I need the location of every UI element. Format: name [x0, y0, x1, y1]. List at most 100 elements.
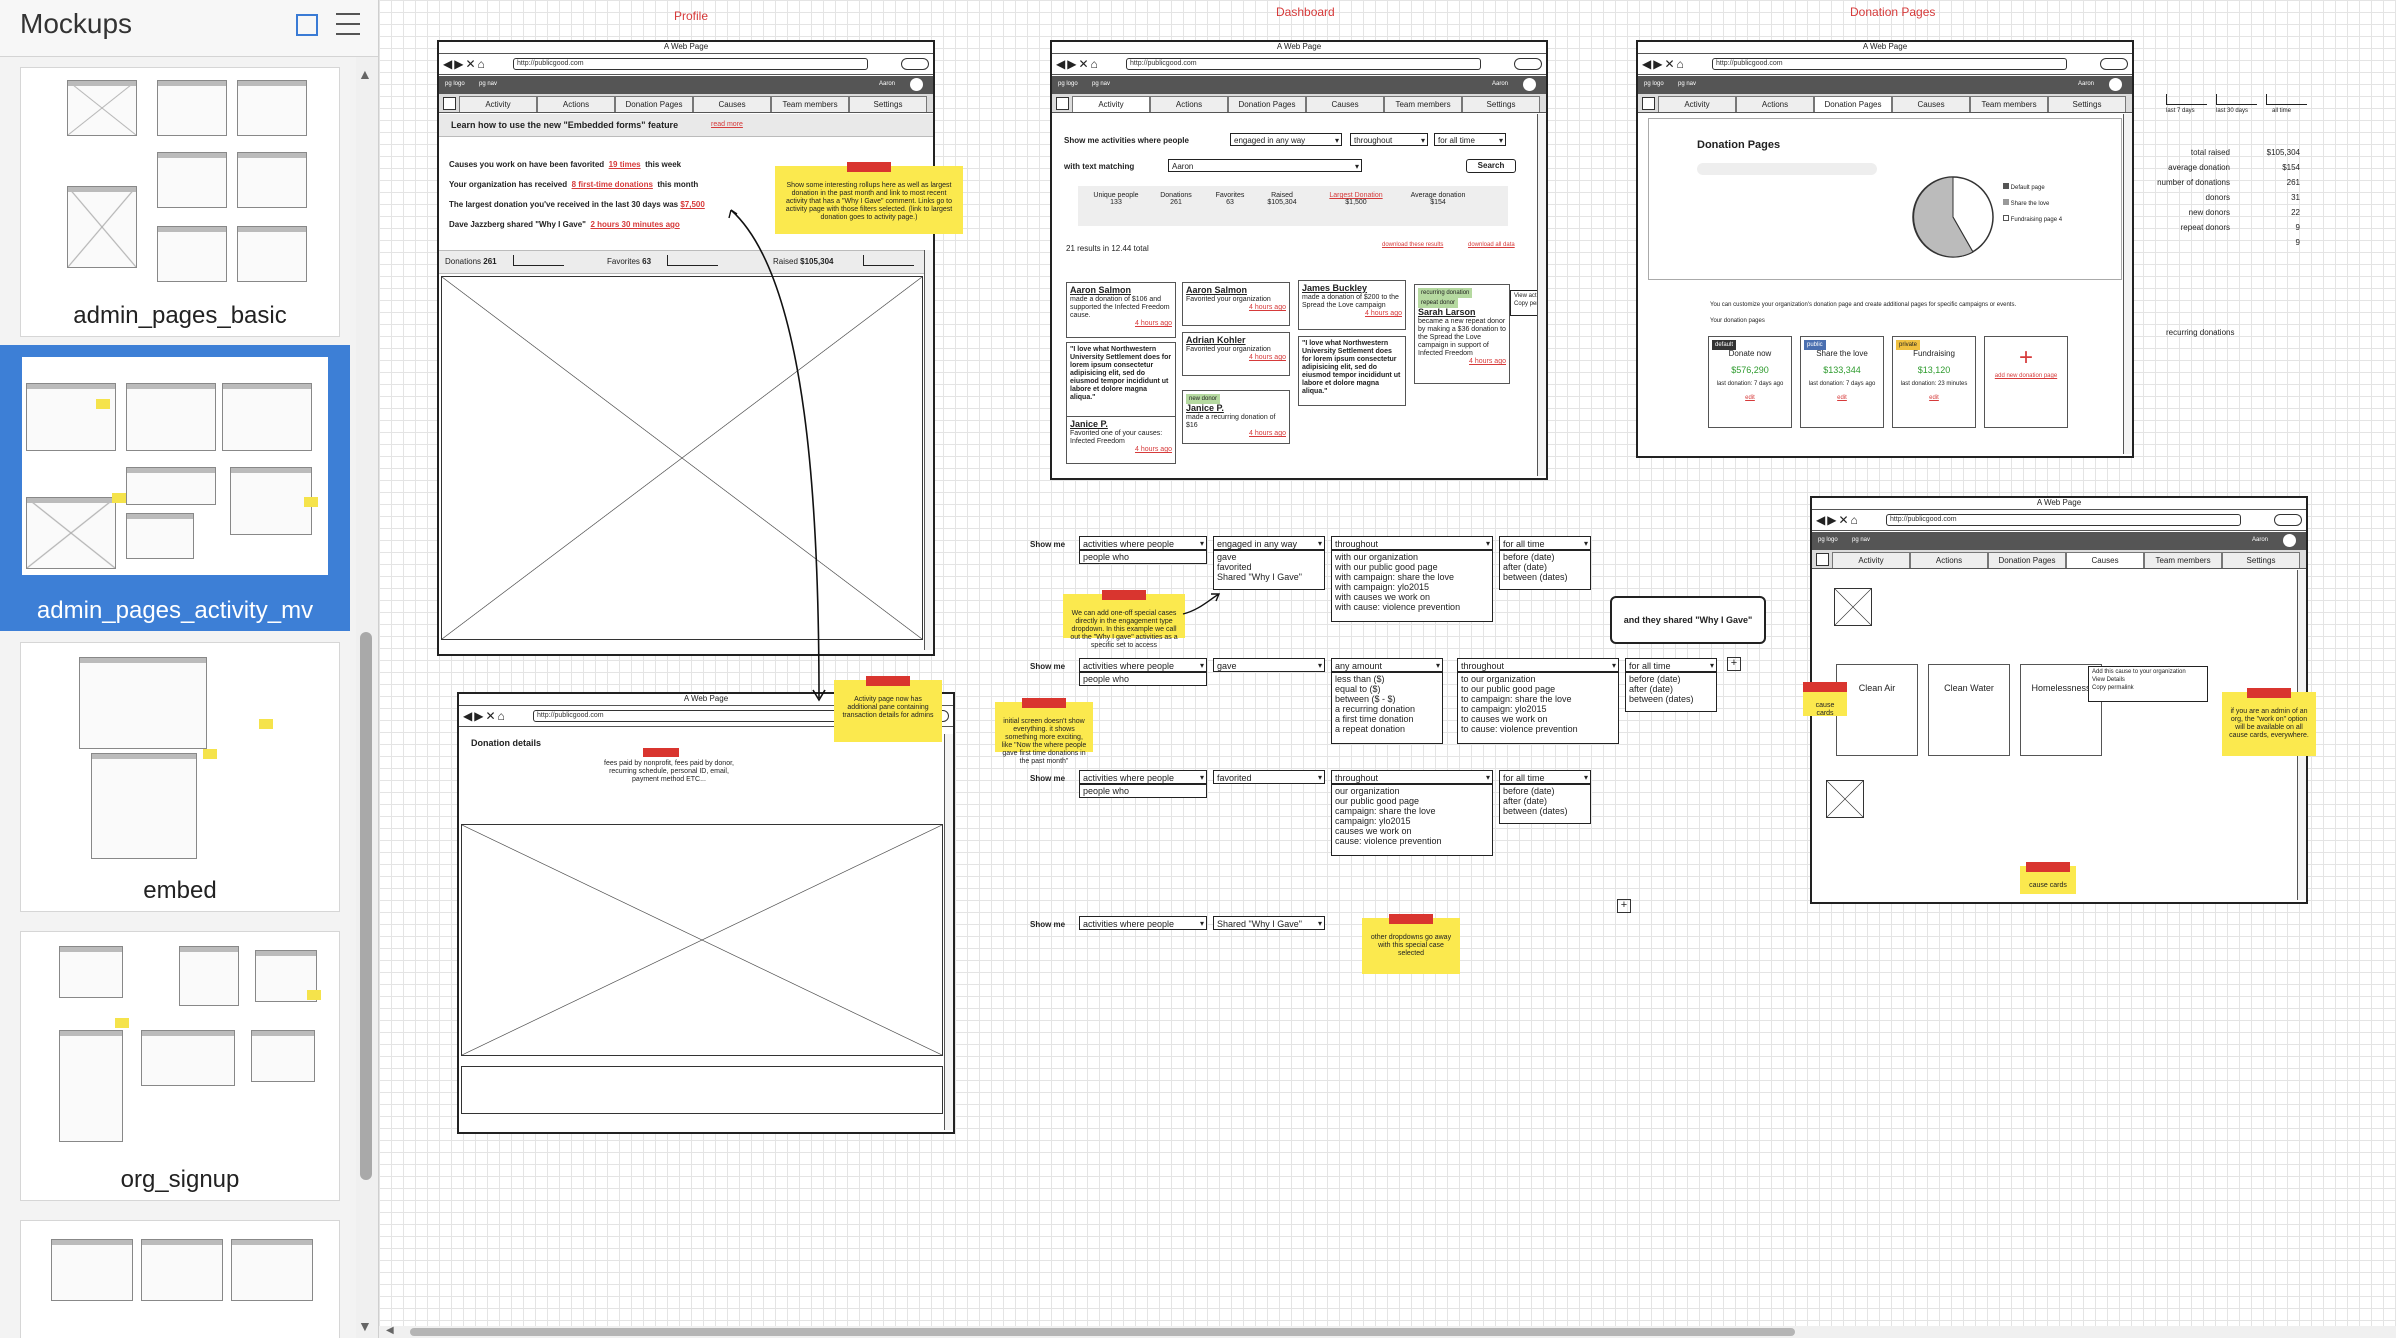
window-scrollbar[interactable]: [1537, 114, 1546, 476]
tab-causes[interactable]: Causes: [2066, 552, 2144, 568]
text-match-input[interactable]: Aaron: [1168, 159, 1362, 173]
time-dropdown[interactable]: for all time: [1625, 658, 1717, 673]
tab-activity[interactable]: Activity: [1072, 96, 1150, 112]
activity-card[interactable]: new donor Janice P. made a recurring donat…: [1182, 390, 1290, 444]
activities-options[interactable]: people who: [1079, 550, 1207, 564]
browser-nav-icons[interactable]: ◀▶✕⌂: [1642, 57, 1686, 71]
home-icon[interactable]: [1642, 97, 1655, 110]
sidebar-scroll-thumb[interactable]: [360, 632, 372, 1180]
activity-card[interactable]: recurring donation repeat donor Sarah Lars…: [1414, 284, 1510, 384]
app-logo[interactable]: pg logo: [1058, 81, 1078, 87]
avatar[interactable]: [2283, 534, 2296, 547]
download-all-link[interactable]: download all data: [1468, 242, 1515, 248]
scope-options[interactable]: our organization our public good page ca…: [1331, 784, 1493, 856]
engagement-dropdown[interactable]: engaged in any way: [1213, 536, 1325, 551]
activities-dropdown[interactable]: activities where people: [1079, 658, 1207, 673]
tab-activity[interactable]: Activity: [1658, 96, 1736, 112]
time-dropdown[interactable]: for all time: [1499, 536, 1591, 551]
home-icon[interactable]: [1816, 553, 1829, 566]
user-name[interactable]: Aaron: [2078, 81, 2094, 87]
tab-causes[interactable]: Causes: [1892, 96, 1970, 112]
mockup-tile-admin-pages-activity-mv[interactable]: admin_pages_activity_mv: [0, 345, 350, 631]
mockup-canvas[interactable]: Profile Dashboard Donation Pages A Web P…: [379, 0, 2396, 1326]
browser-nav-icons[interactable]: ◀▶✕⌂: [1056, 57, 1100, 71]
add-filter-icon[interactable]: +: [1727, 657, 1741, 671]
download-results-link[interactable]: download these results: [1382, 242, 1443, 248]
user-name[interactable]: Aaron: [2252, 537, 2268, 543]
mockup-tile-partial[interactable]: [20, 1220, 340, 1338]
gave-dropdown[interactable]: gave: [1213, 658, 1325, 673]
time-options[interactable]: before (date) after (date) between (date…: [1625, 672, 1717, 712]
app-nav[interactable]: pg nav: [1678, 81, 1696, 87]
app-nav[interactable]: pg nav: [1092, 81, 1110, 87]
tab-settings[interactable]: Settings: [2222, 552, 2300, 568]
tab-team-members[interactable]: Team members: [2144, 552, 2222, 568]
donation-page-card[interactable]: default Donate now $576,290 last donation: …: [1708, 336, 1792, 428]
scroll-up-arrow-icon[interactable]: ▲: [358, 66, 372, 82]
amount-dropdown[interactable]: any amount: [1331, 658, 1443, 673]
tab-actions[interactable]: Actions: [1150, 96, 1228, 112]
scope-dropdown[interactable]: throughout: [1331, 536, 1493, 551]
activities-dropdown[interactable]: activities where people: [1079, 916, 1207, 931]
tab-actions[interactable]: Actions: [1736, 96, 1814, 112]
activities-dropdown[interactable]: activities where people: [1079, 536, 1207, 551]
activity-card[interactable]: James Buckley made a donation of $200 to …: [1298, 280, 1406, 330]
tab-donation-pages[interactable]: Donation Pages: [1228, 96, 1306, 112]
mockup-tile-org-signup[interactable]: org_signup: [20, 931, 340, 1201]
home-icon[interactable]: [1056, 97, 1069, 110]
browser-nav-icons[interactable]: ◀▶✕⌂: [1816, 513, 1860, 527]
user-name[interactable]: Aaron: [1492, 81, 1508, 87]
app-logo[interactable]: pg logo: [1644, 81, 1664, 87]
avatar[interactable]: [2109, 78, 2122, 91]
canvas-scroll-thumb[interactable]: [410, 1328, 1795, 1336]
quote-card[interactable]: "I love what Northwestern University Set…: [1298, 336, 1406, 406]
scope-dropdown[interactable]: throughout: [1457, 658, 1619, 673]
browser-search-box[interactable]: [2100, 58, 2128, 70]
add-filter-icon[interactable]: +: [1617, 899, 1631, 913]
time-options[interactable]: before (date) after (date) between (date…: [1499, 784, 1591, 824]
tab-settings[interactable]: Settings: [1462, 96, 1540, 112]
cause-card[interactable]: Clean Air: [1836, 664, 1918, 756]
shared-why-dropdown[interactable]: Shared "Why I Gave": [1213, 916, 1325, 931]
app-logo[interactable]: pg logo: [1818, 537, 1838, 543]
tab-settings[interactable]: Settings: [2048, 96, 2126, 112]
donation-page-card[interactable]: private Fundraising $13,120 last donation: …: [1892, 336, 1976, 428]
activities-options[interactable]: people who: [1079, 672, 1207, 686]
tab-team-members[interactable]: Team members: [1384, 96, 1462, 112]
stat-largest-donation[interactable]: Largest Donation $1,500: [1316, 192, 1396, 206]
engagement-dropdown[interactable]: engaged in any way: [1230, 133, 1342, 147]
browser-search-box[interactable]: [2274, 514, 2302, 526]
tab-donation-pages[interactable]: Donation Pages: [1988, 552, 2066, 568]
scope-dropdown[interactable]: throughout: [1350, 133, 1428, 147]
activity-card[interactable]: Adrian Kohler Favorited your organization…: [1182, 332, 1290, 376]
activities-dropdown[interactable]: activities where people: [1079, 770, 1207, 785]
tab-donation-pages[interactable]: Donation Pages: [1814, 96, 1892, 112]
engagement-options[interactable]: gave favorited Shared "Why I Gave": [1213, 550, 1325, 590]
activity-card[interactable]: Aaron Salmon Favorited your organization 4…: [1182, 282, 1290, 326]
scope-options[interactable]: with our organization with our public go…: [1331, 550, 1493, 622]
amount-options[interactable]: less than ($) equal to ($) between ($ - …: [1331, 672, 1443, 744]
favorited-dropdown[interactable]: favorited: [1213, 770, 1325, 785]
app-nav[interactable]: pg nav: [1852, 537, 1870, 543]
activities-options[interactable]: people who: [1079, 784, 1207, 798]
scope-dropdown[interactable]: throughout: [1331, 770, 1493, 785]
tab-actions[interactable]: Actions: [1910, 552, 1988, 568]
scroll-left-arrow-icon[interactable]: ◀: [386, 1325, 394, 1336]
scroll-down-arrow-icon[interactable]: ▼: [358, 1318, 372, 1334]
hamburger-menu-icon[interactable]: [336, 13, 360, 35]
add-donation-page-card[interactable]: + add new donation page: [1984, 336, 2068, 428]
activity-card[interactable]: Janice P. Favorited one of your causes: I…: [1066, 416, 1176, 464]
time-dropdown[interactable]: for all time: [1499, 770, 1591, 785]
url-bar[interactable]: http://publicgood.com: [1712, 58, 2067, 70]
url-bar[interactable]: http://publicgood.com: [1886, 514, 2241, 526]
time-dropdown[interactable]: for all time: [1434, 133, 1506, 147]
cause-card[interactable]: Clean Water: [1928, 664, 2010, 756]
tab-team-members[interactable]: Team members: [1970, 96, 2048, 112]
time-options[interactable]: before (date) after (date) between (date…: [1499, 550, 1591, 590]
window-scrollbar[interactable]: [944, 734, 953, 1130]
url-bar[interactable]: http://publicgood.com: [1126, 58, 1481, 70]
cause-context-menu[interactable]: Add this cause to your organization View …: [2088, 666, 2208, 702]
view-toggle-icon[interactable]: [296, 14, 318, 36]
activity-card[interactable]: Aaron Salmon made a donation of $106 and …: [1066, 282, 1176, 338]
tab-causes[interactable]: Causes: [1306, 96, 1384, 112]
